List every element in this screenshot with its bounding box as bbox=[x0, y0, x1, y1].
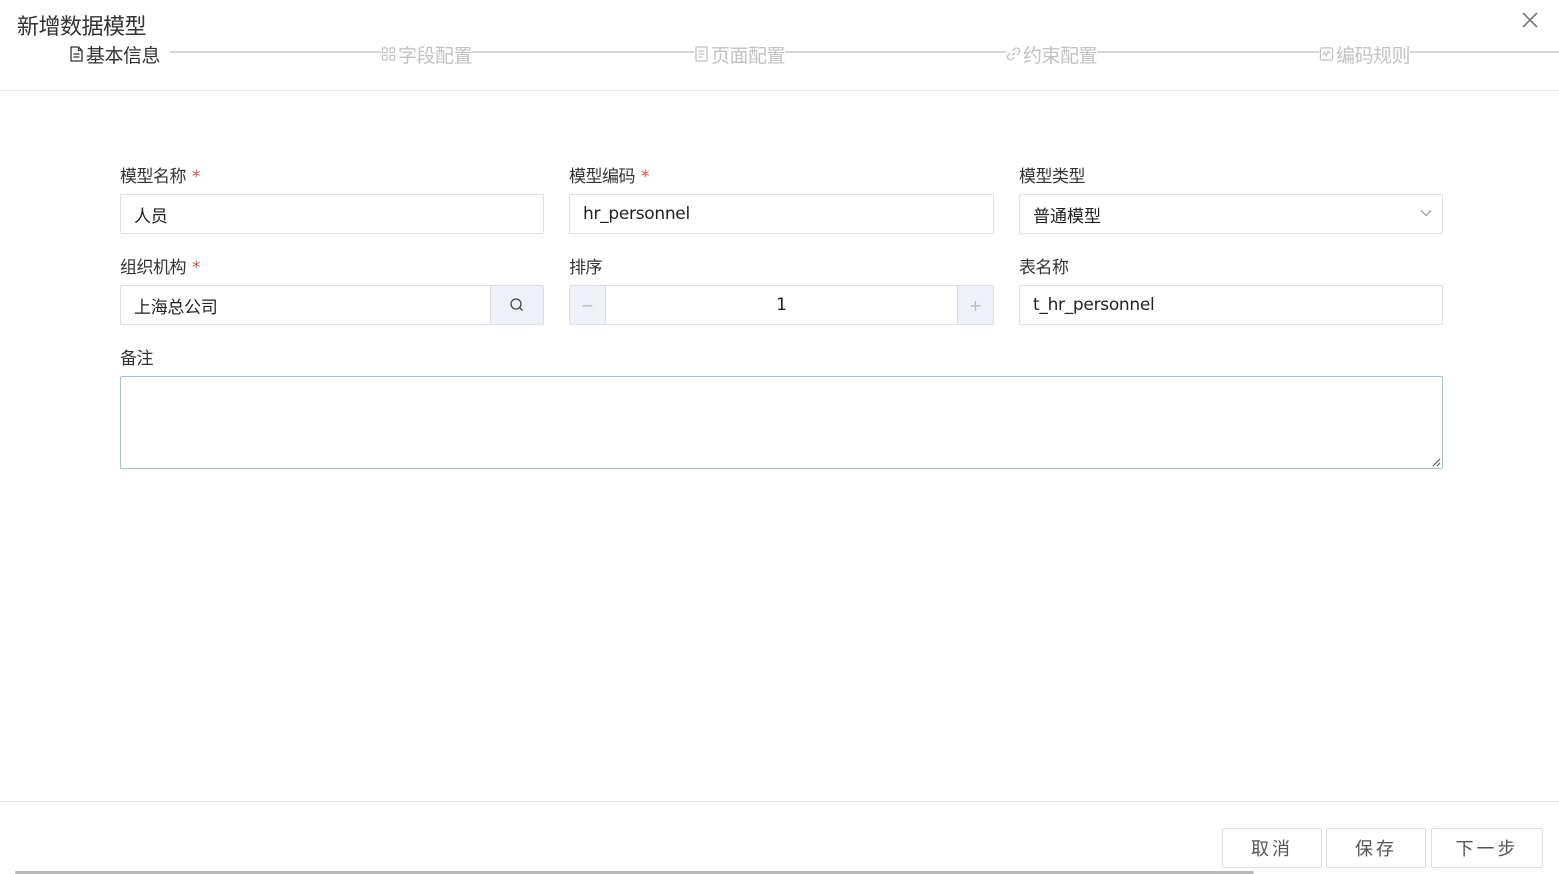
next-step-button[interactable]: 下一步 bbox=[1431, 828, 1543, 868]
page-icon bbox=[695, 46, 708, 62]
model-name-label: 模型名称 * bbox=[120, 167, 201, 187]
model-type-value: 普通模型 bbox=[1033, 206, 1101, 227]
header-divider bbox=[0, 90, 1559, 91]
step-label: 页面配置 bbox=[711, 44, 786, 67]
chevron-down-icon bbox=[1420, 210, 1432, 217]
model-code-input[interactable] bbox=[569, 194, 994, 234]
table-name-label: 表名称 bbox=[1019, 258, 1069, 278]
step-label: 基本信息 bbox=[86, 44, 161, 67]
dialog-title: 新增数据模型 bbox=[17, 15, 147, 40]
organization-picker bbox=[120, 285, 544, 325]
step-basic-info[interactable]: 基本信息 bbox=[69, 42, 161, 67]
step-field-config[interactable]: 字段配置 bbox=[381, 42, 473, 67]
step-label: 字段配置 bbox=[398, 44, 473, 67]
close-button[interactable] bbox=[1519, 9, 1541, 31]
close-icon bbox=[1522, 12, 1538, 28]
document-icon bbox=[70, 46, 83, 62]
required-mark: * bbox=[192, 258, 201, 278]
resize-grip-icon[interactable] bbox=[1430, 456, 1441, 467]
table-name-input[interactable] bbox=[1019, 285, 1443, 325]
organization-search-button[interactable] bbox=[490, 285, 544, 325]
link-icon bbox=[1006, 47, 1021, 61]
cancel-button[interactable]: 取消 bbox=[1222, 828, 1322, 868]
step-code-rule[interactable]: 编码规则 bbox=[1319, 42, 1411, 67]
increment-button[interactable]: + bbox=[957, 286, 993, 324]
step-label: 约束配置 bbox=[1023, 44, 1098, 67]
code-rule-icon bbox=[1319, 47, 1334, 61]
model-name-input[interactable] bbox=[120, 194, 544, 234]
remark-textarea[interactable] bbox=[120, 376, 1443, 469]
step-page-config[interactable]: 页面配置 bbox=[694, 42, 786, 67]
sort-order-label: 排序 bbox=[569, 258, 603, 278]
sort-order-input[interactable] bbox=[606, 286, 957, 324]
grid-icon bbox=[381, 47, 396, 61]
footer-divider bbox=[0, 801, 1559, 802]
model-type-select[interactable]: 普通模型 bbox=[1019, 194, 1443, 234]
search-icon bbox=[510, 298, 523, 311]
step-constraint-config[interactable]: 约束配置 bbox=[1006, 42, 1098, 67]
sort-order-stepper: − + bbox=[569, 285, 994, 325]
save-button[interactable]: 保存 bbox=[1326, 828, 1426, 868]
organization-label: 组织机构 * bbox=[120, 258, 201, 278]
decrement-button[interactable]: − bbox=[570, 286, 606, 324]
organization-input[interactable] bbox=[120, 285, 491, 325]
required-mark: * bbox=[641, 167, 650, 187]
required-mark: * bbox=[192, 167, 201, 187]
step-label: 编码规则 bbox=[1336, 44, 1411, 67]
step-progress: 基本信息 字段配置 页面配置 约束配置 编码规则 bbox=[0, 40, 1559, 72]
model-code-label: 模型编码 * bbox=[569, 167, 650, 187]
remark-label: 备注 bbox=[120, 349, 154, 369]
model-type-label: 模型类型 bbox=[1019, 167, 1086, 187]
